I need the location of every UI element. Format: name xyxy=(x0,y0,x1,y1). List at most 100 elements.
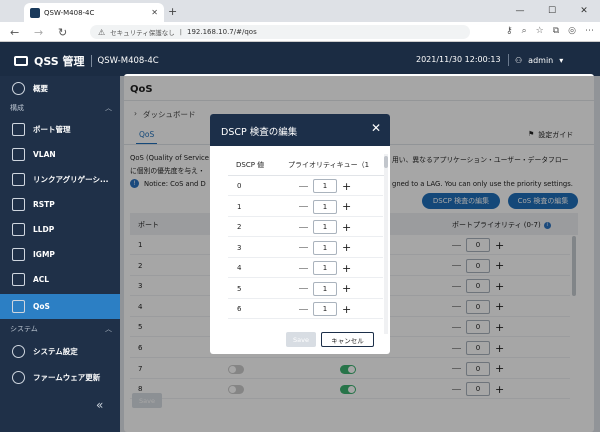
dscp-value: 6 xyxy=(237,305,242,313)
close-tab-icon[interactable]: ✕ xyxy=(151,8,158,17)
user-icon: ⚇ xyxy=(515,55,523,65)
decrement-button[interactable] xyxy=(299,288,308,289)
rstp-icon xyxy=(12,198,25,211)
dialog-table-row: 6 1 + xyxy=(228,299,383,319)
dscp-value: 0 xyxy=(237,182,242,190)
decrement-button[interactable] xyxy=(299,206,308,207)
dialog-table-row: 1 1 + xyxy=(228,197,383,217)
dialog-table-row: 5 1 + xyxy=(228,279,383,299)
device-model: QSW-M408-4C xyxy=(97,56,159,66)
collapse-sidebar-icon[interactable]: « xyxy=(96,398,103,412)
sidebar-item-port-management[interactable]: ポート管理 xyxy=(0,117,120,142)
increment-button[interactable]: + xyxy=(342,222,351,233)
dialog-table-row: 2 1 + xyxy=(228,217,383,237)
column-header-dscp: DSCP 値 xyxy=(236,160,265,169)
decrement-button[interactable] xyxy=(299,308,308,310)
new-tab-button[interactable]: + xyxy=(168,5,177,18)
increment-button[interactable]: + xyxy=(342,304,351,315)
gear-icon xyxy=(12,345,25,358)
dialog-save-button[interactable]: Save xyxy=(286,332,316,347)
profile-icon[interactable]: ◎ xyxy=(568,26,576,36)
queue-stepper: 1 + xyxy=(299,240,351,255)
sidebar-item-vlan[interactable]: VLAN xyxy=(0,142,120,167)
header-divider xyxy=(90,55,92,67)
decrement-button[interactable] xyxy=(299,267,308,269)
dialog-table-row: 4 1 + xyxy=(228,258,383,278)
sidebar-item-link-aggregation[interactable]: リンクアグリゲーシ... xyxy=(0,167,120,192)
group-label: システム xyxy=(10,325,38,333)
decrement-button[interactable] xyxy=(299,185,308,187)
dialog-header: DSCP 検査の編集 ✕ xyxy=(210,114,390,146)
browser-toolbar: ⚷ ⌕ ☆ ⧉ ◎ ⋯ xyxy=(506,26,594,36)
queue-input[interactable]: 1 xyxy=(313,220,337,234)
sidebar-item-label: LLDP xyxy=(33,225,55,234)
queue-input[interactable]: 1 xyxy=(313,261,337,275)
sidebar-item-firmware-update[interactable]: ファームウェア更新 xyxy=(0,365,120,390)
user-name: admin xyxy=(528,55,554,65)
queue-stepper: 1 + xyxy=(299,281,351,296)
reload-icon[interactable]: ↻ xyxy=(58,26,67,39)
sidebar-item-igmp[interactable]: IGMP xyxy=(0,242,120,267)
close-icon[interactable]: ✕ xyxy=(371,121,381,135)
increment-button[interactable]: + xyxy=(342,283,351,294)
increment-button[interactable]: + xyxy=(342,201,351,212)
chevron-down-icon: ▾ xyxy=(559,55,564,65)
sidebar-item-label: VLAN xyxy=(33,150,56,159)
key-icon[interactable]: ⚷ xyxy=(506,26,513,36)
column-header-queue: プライオリティキュー（1 xyxy=(288,160,370,169)
collections-icon[interactable]: ⧉ xyxy=(553,26,559,36)
dialog-cancel-button[interactable]: キャンセル xyxy=(321,332,374,347)
forward-icon[interactable]: → xyxy=(34,26,43,39)
queue-input[interactable]: 1 xyxy=(313,240,337,255)
sidebar-item-label: システム設定 xyxy=(33,347,78,356)
qss-logo-icon xyxy=(14,56,28,66)
increment-button[interactable]: + xyxy=(342,181,351,192)
decrement-button[interactable] xyxy=(299,226,308,228)
firmware-icon xyxy=(12,371,25,384)
url-field[interactable]: ⚠ セキュリティ保護なし | 192.168.10.7/#/qos xyxy=(90,25,470,39)
queue-input[interactable]: 1 xyxy=(313,302,337,316)
browser-tab[interactable]: QSW-M408-4C ✕ xyxy=(24,3,164,22)
sidebar-item-qos[interactable]: QoS xyxy=(0,294,120,319)
app-brand: QSS 管理 xyxy=(34,55,85,68)
favorite-icon[interactable]: ☆ xyxy=(536,26,544,36)
queue-stepper: 1 + xyxy=(299,261,351,275)
dialog-table-row: 0 1 + xyxy=(228,176,383,196)
zoom-icon[interactable]: ⌕ xyxy=(522,26,527,36)
sidebar-item-rstp[interactable]: RSTP xyxy=(0,192,120,217)
scroll-thumb[interactable] xyxy=(384,156,388,168)
vlan-icon xyxy=(12,148,25,161)
sidebar-group-system[interactable]: システム ︿ xyxy=(10,324,112,334)
datetime: 2021/11/30 12:00:13 xyxy=(416,55,501,64)
queue-input[interactable]: 1 xyxy=(313,281,337,296)
sidebar-item-label: RSTP xyxy=(33,200,55,209)
maximize-icon[interactable]: ☐ xyxy=(536,0,568,22)
decrement-button[interactable] xyxy=(299,247,308,248)
user-menu[interactable]: ⚇ admin ▾ xyxy=(508,54,563,66)
dialog-scrollbar[interactable] xyxy=(384,154,388,334)
sidebar: 概要 構成 ︿ ポート管理 VLAN リンクアグリゲーシ... RSTP LLD… xyxy=(0,76,120,432)
lldp-icon xyxy=(12,223,25,236)
sidebar-item-lldp[interactable]: LLDP xyxy=(0,217,120,242)
sidebar-item-acl[interactable]: ACL xyxy=(0,267,120,292)
sidebar-item-overview[interactable]: 概要 xyxy=(0,76,120,101)
increment-button[interactable]: + xyxy=(342,263,351,274)
queue-input[interactable]: 1 xyxy=(313,179,337,193)
sidebar-item-label: 概要 xyxy=(33,84,48,93)
address-bar: ← → ↻ ⚠ セキュリティ保護なし | 192.168.10.7/#/qos … xyxy=(0,22,600,42)
qos-icon xyxy=(12,300,25,313)
tab-title: QSW-M408-4C xyxy=(44,8,95,17)
url-text: 192.168.10.7/#/qos xyxy=(187,28,257,36)
sidebar-group-config[interactable]: 構成 ︿ xyxy=(10,103,112,113)
chevron-up-icon: ︿ xyxy=(105,104,112,112)
queue-input[interactable]: 1 xyxy=(313,199,337,214)
menu-icon[interactable]: ⋯ xyxy=(585,26,594,36)
dscp-value: 3 xyxy=(237,243,242,252)
close-window-icon[interactable]: ✕ xyxy=(568,0,600,22)
dscp-value: 5 xyxy=(237,284,242,293)
minimize-icon[interactable]: — xyxy=(504,0,536,22)
sidebar-item-system-settings[interactable]: システム設定 xyxy=(0,339,120,364)
dscp-value: 4 xyxy=(237,264,242,272)
back-icon[interactable]: ← xyxy=(10,26,19,39)
increment-button[interactable]: + xyxy=(342,242,351,253)
